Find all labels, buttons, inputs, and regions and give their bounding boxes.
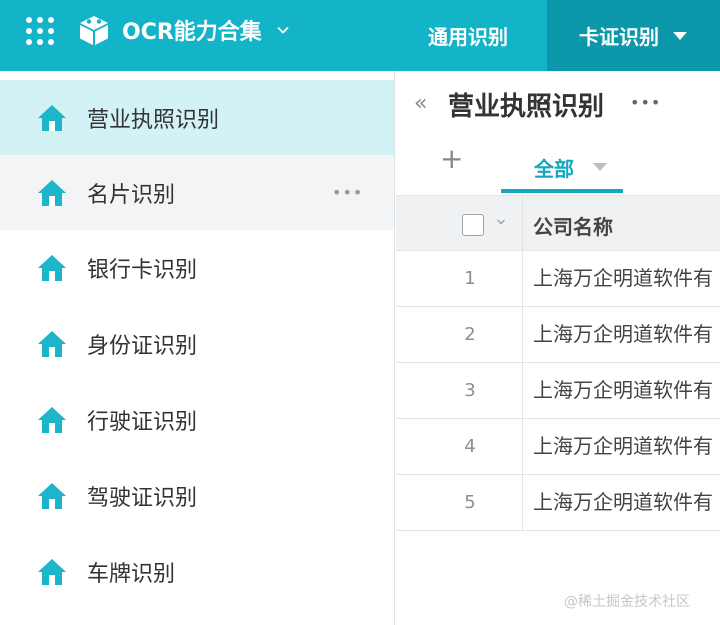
more-icon[interactable]: •••: [630, 93, 661, 112]
row-number: 5: [396, 475, 523, 530]
sidebar-item-label: 身份证识别: [87, 333, 198, 359]
sidebar-item-id-card[interactable]: 身份证识别: [0, 306, 394, 381]
tab-label: 卡证识别: [579, 25, 659, 49]
tab-card-recognition[interactable]: 卡证识别: [547, 0, 720, 71]
row-number: 4: [396, 419, 523, 474]
home-icon: [38, 105, 66, 131]
company-name-cell[interactable]: 上海万企明道软件有: [533, 307, 713, 362]
app-root: OCR能力合集 通用识别 卡证识别 营业执照识别 名片识别 ••• 银行卡识别 …: [0, 0, 720, 625]
sidebar-item-license-plate[interactable]: 车牌识别: [0, 534, 394, 609]
table-row[interactable]: 2 上海万企明道软件有: [396, 307, 720, 363]
chevron-down-icon: [277, 26, 289, 34]
row-number: 3: [396, 363, 523, 418]
caret-down-icon[interactable]: [593, 163, 607, 171]
add-view-icon[interactable]: +: [440, 145, 463, 173]
sidebar-item-driver-license[interactable]: 驾驶证识别: [0, 458, 394, 533]
home-icon: [38, 180, 66, 206]
table-row[interactable]: 3 上海万企明道软件有: [396, 363, 720, 419]
row-number: 1: [396, 251, 523, 306]
home-icon: [38, 331, 66, 357]
table-row[interactable]: 1 上海万企明道软件有: [396, 251, 720, 307]
company-name-cell[interactable]: 上海万企明道软件有: [533, 475, 713, 530]
sidebar-item-label: 车牌识别: [87, 561, 176, 587]
sidebar-item-business-card[interactable]: 名片识别 •••: [0, 155, 394, 230]
home-icon: [38, 407, 66, 433]
home-icon: [38, 559, 66, 585]
sidebar: 营业执照识别 名片识别 ••• 银行卡识别 身份证识别 行驶证识别 驾驶证识别 …: [0, 71, 395, 625]
collapse-sidebar-icon[interactable]: «: [414, 91, 427, 116]
caret-down-icon: [673, 31, 687, 40]
select-column-header: [396, 196, 523, 251]
active-tab-underline: [501, 189, 623, 193]
select-all-checkbox[interactable]: [462, 214, 484, 236]
main-panel: « 营业执照识别 ••• + 全部 公司名称 1 上海万企明道软件有 2 上海万…: [396, 71, 720, 625]
watermark: @稀土掘金技术社区: [564, 594, 690, 610]
column-header-company-name[interactable]: 公司名称: [533, 211, 613, 240]
chevron-down-icon[interactable]: [496, 217, 506, 227]
company-name-cell[interactable]: 上海万企明道软件有: [533, 419, 713, 474]
cube-icon: [80, 16, 108, 45]
app-switcher[interactable]: OCR能力合集: [76, 11, 290, 49]
sidebar-item-vehicle-license[interactable]: 行驶证识别: [0, 382, 394, 457]
sidebar-item-label: 驾驶证识别: [87, 485, 198, 511]
table-row[interactable]: 5 上海万企明道软件有: [396, 475, 720, 531]
sidebar-item-label: 银行卡识别: [87, 257, 198, 283]
tab-all[interactable]: 全部: [501, 139, 623, 193]
page-title: 营业执照识别: [448, 92, 605, 122]
home-icon: [38, 483, 66, 509]
records-table: 公司名称 1 上海万企明道软件有 2 上海万企明道软件有 3 上海万企明道软件有…: [396, 195, 720, 531]
tab-label: 通用识别: [428, 25, 508, 49]
row-number: 2: [396, 307, 523, 362]
sidebar-item-label: 名片识别: [87, 182, 176, 208]
company-name-cell[interactable]: 上海万企明道软件有: [533, 363, 713, 418]
sidebar-item-label: 营业执照识别: [87, 107, 220, 133]
tab-general-recognition[interactable]: 通用识别: [428, 0, 508, 71]
tab-label: 全部: [534, 157, 574, 181]
app-menu-icon[interactable]: [26, 17, 54, 45]
more-icon[interactable]: •••: [332, 183, 363, 202]
sidebar-item-business-license[interactable]: 营业执照识别: [0, 80, 394, 155]
top-bar: OCR能力合集 通用识别 卡证识别: [0, 0, 720, 71]
table-header: 公司名称: [396, 195, 720, 251]
sidebar-item-bank-card[interactable]: 银行卡识别: [0, 230, 394, 305]
sidebar-item-label: 行驶证识别: [87, 409, 198, 435]
table-row[interactable]: 4 上海万企明道软件有: [396, 419, 720, 475]
home-icon: [38, 255, 66, 281]
company-name-cell[interactable]: 上海万企明道软件有: [533, 251, 713, 306]
brand-title: OCR能力合集: [122, 20, 262, 45]
